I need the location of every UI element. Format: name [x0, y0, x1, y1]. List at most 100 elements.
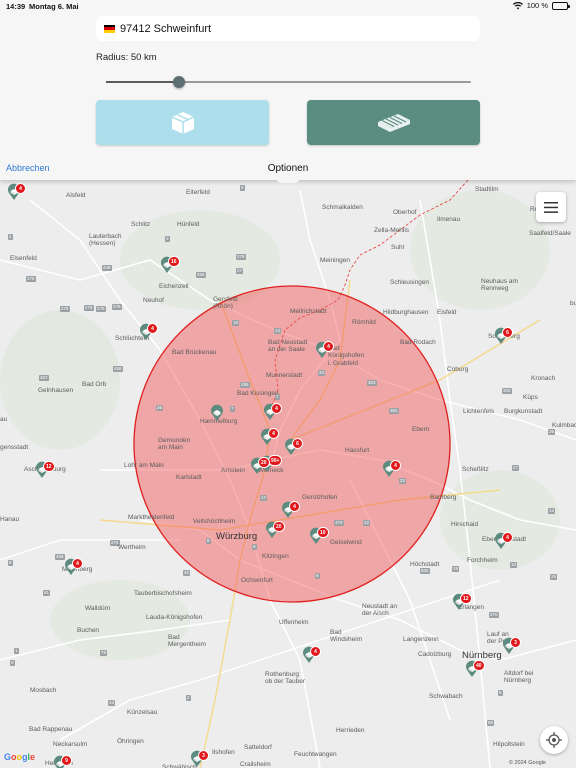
slider-track-active — [106, 81, 179, 83]
location-marker[interactable]: 4 — [258, 428, 280, 450]
location-marker[interactable]: 9 — [51, 755, 73, 768]
place-label: Forchheim — [467, 557, 498, 564]
place-label: Römhild — [352, 319, 376, 326]
marker-count-badge: 12 — [460, 593, 472, 604]
menu-icon — [544, 201, 558, 213]
place-label: Cadolzburg — [418, 651, 452, 658]
radius-label: Radius: 50 km — [96, 52, 157, 63]
location-marker[interactable] — [208, 404, 230, 426]
package-type-pallet-button[interactable] — [307, 100, 480, 145]
location-marker[interactable]: 4 — [300, 646, 322, 668]
place-label: Kronach — [531, 375, 556, 382]
place-label: Veitshöchheim — [193, 518, 236, 525]
status-date: Montag 6. Mai — [29, 2, 79, 11]
status-right: 100 % — [512, 1, 570, 10]
menu-button[interactable] — [536, 192, 566, 222]
place-label: Herrieden — [336, 727, 365, 734]
place-label: Neuhof — [143, 297, 164, 304]
marker-count-badge: 6 — [502, 327, 513, 338]
place-label: Walldürn — [85, 605, 111, 612]
road-number: 4 — [8, 234, 13, 240]
place-label: Lauda-Königshofen — [146, 614, 203, 621]
road-number: 303 — [389, 408, 399, 414]
place-label: Mosbach — [30, 687, 57, 694]
place-label: Ilmenau — [437, 216, 461, 223]
place-label: Wertheim — [118, 544, 146, 551]
marker-count-badge: 10 — [317, 527, 329, 538]
place-label: Hünfeld — [177, 221, 200, 228]
location-marker[interactable]: 4 — [261, 403, 283, 425]
options-title: Optionen — [267, 163, 309, 174]
location-marker[interactable]: 4 — [380, 460, 402, 482]
location-marker[interactable]: 4 — [62, 558, 84, 580]
road-number: 45 — [183, 570, 191, 576]
location-marker[interactable]: 6 — [492, 327, 514, 349]
slider-thumb[interactable] — [173, 76, 185, 88]
location-marker[interactable]: 4 — [313, 341, 335, 363]
place-label: Öhringen — [117, 738, 144, 745]
marker-count-badge: 20 — [258, 457, 270, 468]
place-label: Elsenfeld — [10, 255, 37, 262]
crosshair-icon — [546, 732, 562, 748]
road-number: 81 — [43, 590, 51, 596]
place-label: Bad Orb — [82, 381, 107, 388]
location-marker[interactable]: 12 — [450, 593, 472, 615]
location-marker[interactable]: 6 — [282, 438, 304, 460]
battery-percent: 100 % — [526, 1, 548, 10]
location-marker[interactable]: 3 — [500, 637, 522, 659]
location-marker[interactable]: 10 — [307, 527, 329, 549]
place-label: Schwabach — [429, 693, 463, 700]
location-marker[interactable]: 20 — [248, 457, 270, 479]
marker-count-badge: 4 — [323, 341, 334, 352]
location-marker[interactable]: 3 — [188, 750, 210, 768]
location-text: 97412 Schweinfurt — [120, 22, 212, 35]
location-marker[interactable]: 16 — [158, 256, 180, 278]
status-time: 14:39 — [6, 2, 26, 11]
place-label: Würzburg — [216, 531, 258, 542]
my-location-button[interactable] — [540, 726, 568, 754]
place-label: Crailsheim — [240, 761, 271, 768]
road-number: 285 — [240, 382, 250, 388]
road-number: 27 — [512, 465, 520, 471]
location-marker[interactable]: 12 — [33, 461, 55, 483]
location-marker[interactable]: 4 — [5, 183, 27, 205]
road-number: 279 — [236, 254, 246, 260]
radius-slider[interactable] — [106, 76, 471, 88]
road-number: 26 — [156, 405, 164, 411]
place-label: Saalfeld/Saale — [529, 230, 571, 237]
place-label: Künzelsau — [127, 709, 158, 716]
marker-count-badge: 4 — [271, 403, 282, 414]
panel-grabber[interactable] — [276, 177, 300, 183]
place-label: Lauterbach (Hessen) — [89, 233, 122, 248]
road-number: 26 — [548, 429, 556, 435]
road-number: 248 — [102, 265, 112, 271]
marker-count-badge: 3 — [510, 637, 521, 648]
place-label: Scheßlitz — [462, 466, 489, 473]
location-marker[interactable]: 4 — [137, 323, 159, 345]
place-label: Schlitz — [131, 221, 151, 228]
wifi-icon — [512, 1, 523, 9]
place-label: Hassfurt — [345, 447, 370, 454]
road-number: 9 — [498, 690, 503, 696]
place-label: Neuhaus am Rennweg — [481, 278, 518, 293]
location-field[interactable]: 97412 Schweinfurt — [96, 16, 480, 41]
place-label: Alsfeld — [66, 192, 86, 199]
place-label: Bad Kissingen — [237, 390, 279, 397]
location-marker[interactable]: 20 — [263, 521, 285, 543]
package-type-box-button[interactable] — [96, 100, 269, 145]
marker-count-badge: 4 — [390, 460, 401, 471]
place-label: Geiselwind — [330, 539, 362, 546]
place-label: Neustadt an der Aisch — [362, 603, 398, 618]
place-label: burg — [570, 300, 576, 307]
location-marker[interactable]: 4 — [279, 501, 301, 523]
road-number: 85 — [487, 720, 495, 726]
road-number: 303 — [367, 380, 377, 386]
place-label: Schmalkalden — [322, 204, 363, 211]
place-label: Bad Mergentheim — [168, 634, 206, 649]
road-number: 79 — [100, 650, 108, 656]
place-label: Oberhof — [393, 209, 417, 216]
marker-count-badge: 20 — [273, 521, 285, 532]
road-number: 7 — [230, 406, 235, 412]
location-marker[interactable]: 4 — [492, 532, 514, 554]
location-marker[interactable]: 40 — [463, 660, 485, 682]
